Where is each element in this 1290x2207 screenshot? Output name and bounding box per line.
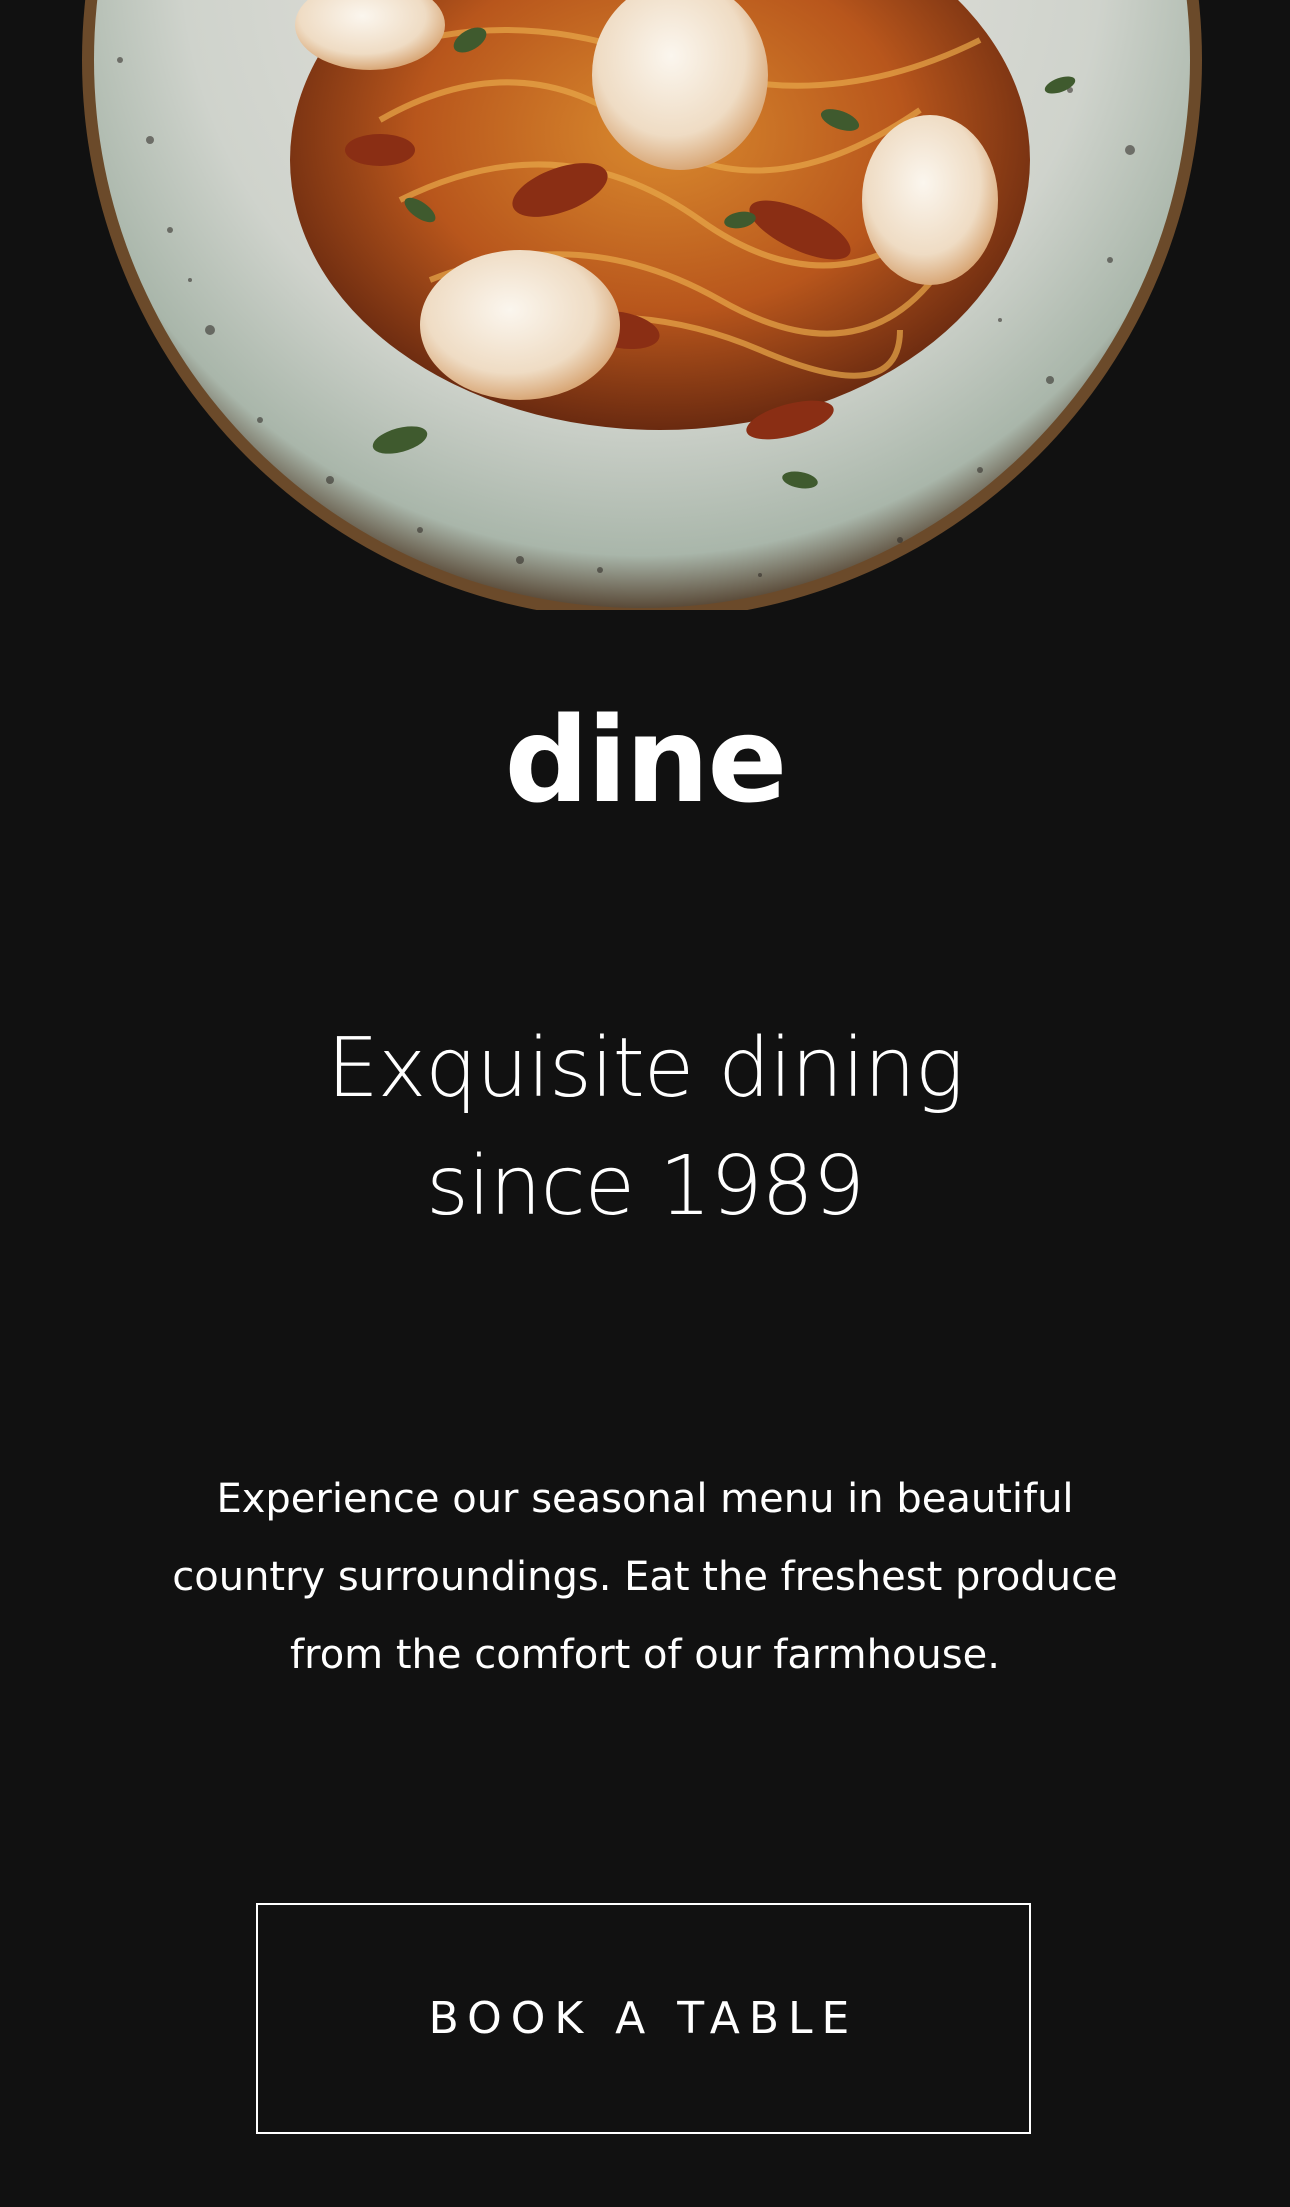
intro-text: Experience our seasonal menu in beautifu… [172,1476,1118,1678]
hero-image [0,0,1290,610]
headline-line-1: Exquisite dining [326,1021,964,1116]
hero-headline: Exquisite dining since 1989 [0,1010,1290,1246]
brand-logo[interactable]: dine [0,690,1290,830]
book-table-button[interactable]: BOOK A TABLE [256,1903,1031,2134]
headline-line-2: since 1989 [426,1139,865,1234]
